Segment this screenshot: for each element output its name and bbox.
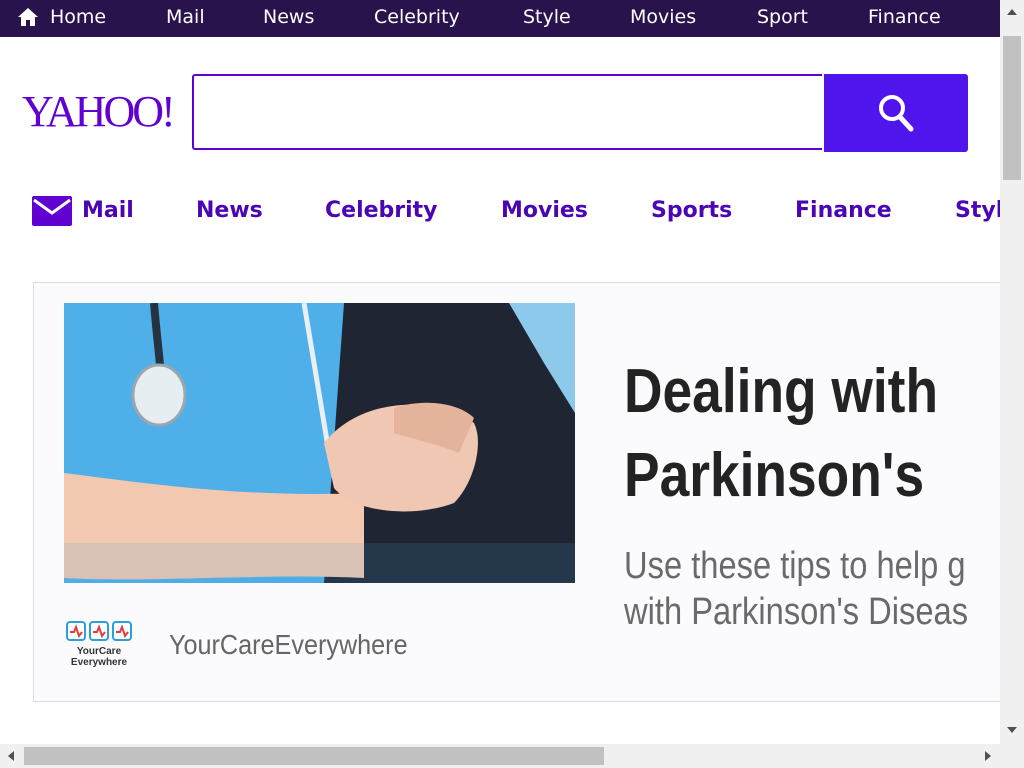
topnav-home[interactable]: Home [50, 6, 106, 28]
article-image[interactable] [64, 303, 575, 583]
topnav-movies[interactable]: Movies [630, 6, 696, 28]
yahoo-logo[interactable]: YAHOO! [22, 86, 176, 137]
vertical-scroll-thumb[interactable] [1003, 36, 1021, 180]
topnav-sport[interactable]: Sport [757, 6, 808, 28]
source-name[interactable]: YourCareEverywhere [169, 629, 408, 661]
vertical-scrollbar[interactable] [1000, 0, 1024, 744]
subnav-style[interactable]: Styl [955, 198, 1003, 223]
topnav-news[interactable]: News [263, 6, 314, 28]
article-headline[interactable]: Dealing with Parkinson's [624, 350, 951, 518]
subnav-news[interactable]: News [196, 198, 263, 223]
source-logo: YourCare Everywhere [66, 621, 132, 668]
top-nav-bar: Home Mail News Celebrity Style Movies Sp… [0, 0, 1000, 37]
subnav-movies[interactable]: Movies [501, 198, 588, 223]
search-button[interactable] [824, 74, 968, 152]
scroll-left-arrow-icon[interactable] [8, 751, 14, 761]
subnav-sports[interactable]: Sports [651, 198, 732, 223]
scroll-up-arrow-icon[interactable] [1007, 9, 1017, 15]
horizontal-scrollbar[interactable] [0, 744, 1000, 768]
svg-text:YourCare: YourCare [77, 646, 122, 657]
property-nav: Mail News Celebrity Movies Sports Financ… [0, 190, 1003, 234]
topnav-style[interactable]: Style [523, 6, 571, 28]
subnav-celebrity[interactable]: Celebrity [325, 198, 438, 223]
subnav-finance[interactable]: Finance [795, 198, 892, 223]
summary-line-2: with Parkinson's Diseas [624, 591, 969, 633]
headline-line-2: Parkinson's [624, 441, 925, 510]
topnav-celebrity[interactable]: Celebrity [374, 6, 460, 28]
topnav-mail[interactable]: Mail [166, 6, 205, 28]
topnav-finance[interactable]: Finance [868, 6, 941, 28]
horizontal-scroll-thumb[interactable] [24, 747, 604, 765]
mail-icon[interactable] [32, 196, 72, 226]
scroll-right-arrow-icon[interactable] [985, 751, 991, 761]
search-icon [879, 95, 914, 132]
summary-line-1: Use these tips to help g [624, 545, 966, 587]
scroll-down-arrow-icon[interactable] [1007, 727, 1017, 733]
scrollbar-corner [1000, 744, 1024, 768]
headline-line-1: Dealing with [624, 357, 939, 426]
search-input[interactable] [192, 74, 822, 150]
subnav-mail[interactable]: Mail [82, 198, 134, 223]
article-summary: Use these tips to help g with Parkinson'… [624, 543, 968, 635]
svg-text:Everywhere: Everywhere [71, 657, 128, 668]
home-icon[interactable] [17, 7, 39, 27]
